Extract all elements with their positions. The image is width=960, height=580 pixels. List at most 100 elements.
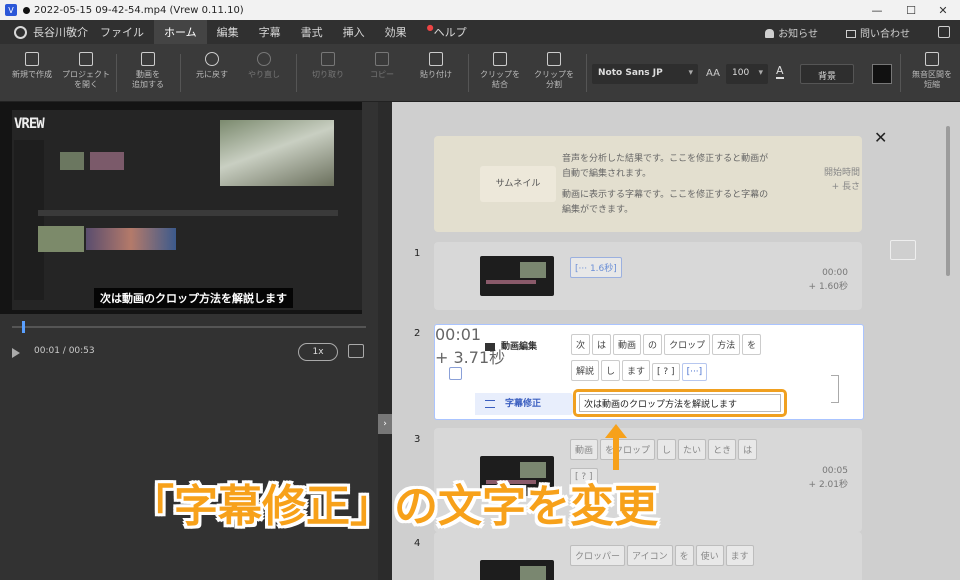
- vrew-logo: VREW: [14, 116, 45, 132]
- notifications-button[interactable]: お知らせ: [765, 25, 832, 40]
- word-chip[interactable]: をクロップ: [600, 439, 656, 460]
- paste-button[interactable]: 貼り付け: [410, 52, 462, 80]
- word-chip[interactable]: クロッパー: [570, 545, 626, 566]
- word-chip[interactable]: 動画: [570, 439, 599, 460]
- preview-thumbnail: [60, 152, 84, 170]
- clip-number: 4: [414, 538, 421, 549]
- video-preview[interactable]: VREW 次は動画のクロップ方法を解説します: [0, 102, 362, 314]
- video-caption: 次は動画のクロップ方法を解説します: [94, 288, 293, 308]
- subtitle-input[interactable]: [579, 394, 781, 412]
- word-chip[interactable]: は: [738, 439, 758, 460]
- close-help-icon[interactable]: ✕: [874, 128, 887, 147]
- preview-thumbnail: [90, 152, 124, 170]
- help-meta: 開始時間 + 長さ: [814, 166, 860, 194]
- seek-bar[interactable]: [12, 321, 366, 333]
- new-dot-icon: ●: [426, 22, 434, 32]
- word-chip[interactable]: とき: [708, 439, 737, 460]
- word-chip[interactable]: 動画: [613, 334, 642, 355]
- timeline-clip: [38, 226, 84, 252]
- add-video-button[interactable]: 動画を 追加する: [122, 52, 174, 90]
- background-select[interactable]: 背景: [800, 64, 854, 84]
- contact-button[interactable]: 問い合わせ: [846, 25, 924, 40]
- background-color-swatch[interactable]: [872, 64, 892, 84]
- word-chip[interactable]: は: [592, 334, 612, 355]
- menu-effects[interactable]: 効果: [375, 20, 417, 44]
- fullscreen-icon[interactable]: [348, 344, 364, 358]
- word-chip[interactable]: し: [657, 439, 677, 460]
- menu-help-label: ヘルプ: [433, 26, 467, 39]
- menu-format[interactable]: 書式: [291, 20, 333, 44]
- clip-length: + 2.01秒: [808, 480, 848, 490]
- word-chip[interactable]: を: [742, 334, 762, 355]
- clip-length: + 1.60秒: [808, 282, 848, 292]
- close-window-button[interactable]: ✕: [926, 0, 960, 20]
- text-color-button[interactable]: A: [776, 64, 784, 79]
- menu-edit[interactable]: 編集: [207, 20, 249, 44]
- word-chip[interactable]: ます: [622, 360, 651, 381]
- seek-knob[interactable]: [22, 321, 25, 333]
- font-select[interactable]: Noto Sans JP: [592, 64, 698, 84]
- word-chip[interactable]: を: [674, 545, 694, 566]
- merge-label-2: 結合: [492, 80, 508, 89]
- clip-row-selected[interactable]: 動画編集 次は動画のクロップ方法を 解説します[ ? ][···] 字幕修正 0…: [434, 324, 864, 420]
- clip-checkbox[interactable]: [449, 367, 462, 380]
- open-project-button[interactable]: プロジェクト を開く: [60, 52, 112, 90]
- silence-word[interactable]: [··· 1.6秒]: [570, 257, 622, 278]
- word-chip[interactable]: クロップ: [664, 334, 711, 355]
- subtitle-input-highlight: [573, 389, 787, 417]
- word-chip[interactable]: 解説: [571, 360, 600, 381]
- word-chip[interactable]: 方法: [712, 334, 741, 355]
- export-icon[interactable]: [938, 26, 950, 38]
- silence-word[interactable]: [···]: [681, 363, 708, 381]
- scrollbar[interactable]: [946, 126, 950, 276]
- preview-sidebar: [14, 140, 44, 300]
- copy-button[interactable]: コピー: [356, 52, 408, 80]
- menu-home[interactable]: ホーム: [154, 20, 207, 44]
- mailbox-icon: [846, 29, 856, 38]
- word-chip[interactable]: 次: [571, 334, 591, 355]
- split-clip-button[interactable]: クリップを 分割: [528, 52, 580, 90]
- user-account[interactable]: 長谷川敬介: [0, 24, 90, 40]
- undo-button[interactable]: 元に戻す: [186, 52, 238, 80]
- window-title: 2022-05-15 09-42-54.mp4 (Vrew 0.11.10): [34, 4, 244, 16]
- menu-insert[interactable]: 挿入: [333, 20, 375, 44]
- clip-number: 3: [414, 434, 421, 445]
- menu-subtitle[interactable]: 字幕: [249, 20, 291, 44]
- unknown-word-chip[interactable]: [ ? ]: [652, 363, 680, 381]
- plus-square-icon: [25, 52, 39, 66]
- menu-bar: 長谷川敬介 ファイル ホーム 編集 字幕 書式 挿入 効果 ● ヘルプ お知らせ …: [0, 20, 960, 44]
- clip-words: 次は動画のクロップ 方法を 解説します[ ? ] [···]: [571, 333, 781, 385]
- new-project-button[interactable]: 新規で作成: [6, 52, 58, 80]
- font-size-select[interactable]: 100: [726, 64, 768, 84]
- open-project-label-2: を開く: [74, 80, 98, 89]
- word-chip[interactable]: ます: [725, 545, 754, 566]
- collapse-panel-button[interactable]: ›: [378, 414, 392, 434]
- add-video-label-2: 追加する: [132, 80, 164, 89]
- word-chip[interactable]: の: [643, 334, 663, 355]
- word-chip[interactable]: たい: [678, 439, 707, 460]
- menu-help[interactable]: ● ヘルプ: [417, 20, 477, 44]
- play-icon[interactable]: [12, 348, 20, 358]
- merge-label-1: クリップを: [480, 70, 520, 79]
- merge-clip-button[interactable]: クリップを 結合: [474, 52, 526, 90]
- contact-label: 問い合わせ: [860, 28, 910, 40]
- minimize-button[interactable]: —: [860, 0, 894, 20]
- redo-button[interactable]: やり直し: [238, 52, 290, 80]
- side-action-icon[interactable]: [890, 240, 916, 260]
- word-chip[interactable]: し: [601, 360, 621, 381]
- word-chip[interactable]: アイコン: [627, 545, 673, 566]
- preview-timeline-bar: [38, 210, 338, 216]
- cut-button[interactable]: 切り取り: [302, 52, 354, 80]
- copy-icon: [375, 52, 389, 66]
- word-chip[interactable]: 使い: [695, 545, 724, 566]
- maximize-button[interactable]: ☐: [894, 0, 928, 20]
- help-meta-start: 開始時間: [823, 168, 860, 178]
- clip-row[interactable]: クロッパー アイコンを使い ます: [434, 532, 862, 580]
- playback-speed-button[interactable]: 1x: [298, 343, 338, 361]
- clip-row[interactable]: [··· 1.6秒] 00:00 + 1.60秒: [434, 242, 862, 310]
- shorten-silence-button[interactable]: 無音区間を 短縮: [906, 52, 958, 90]
- menu-file[interactable]: ファイル: [90, 20, 154, 44]
- clip-number: 1: [414, 248, 421, 259]
- help-meta-length: + 長さ: [831, 182, 860, 192]
- clip-number: 2: [414, 328, 421, 339]
